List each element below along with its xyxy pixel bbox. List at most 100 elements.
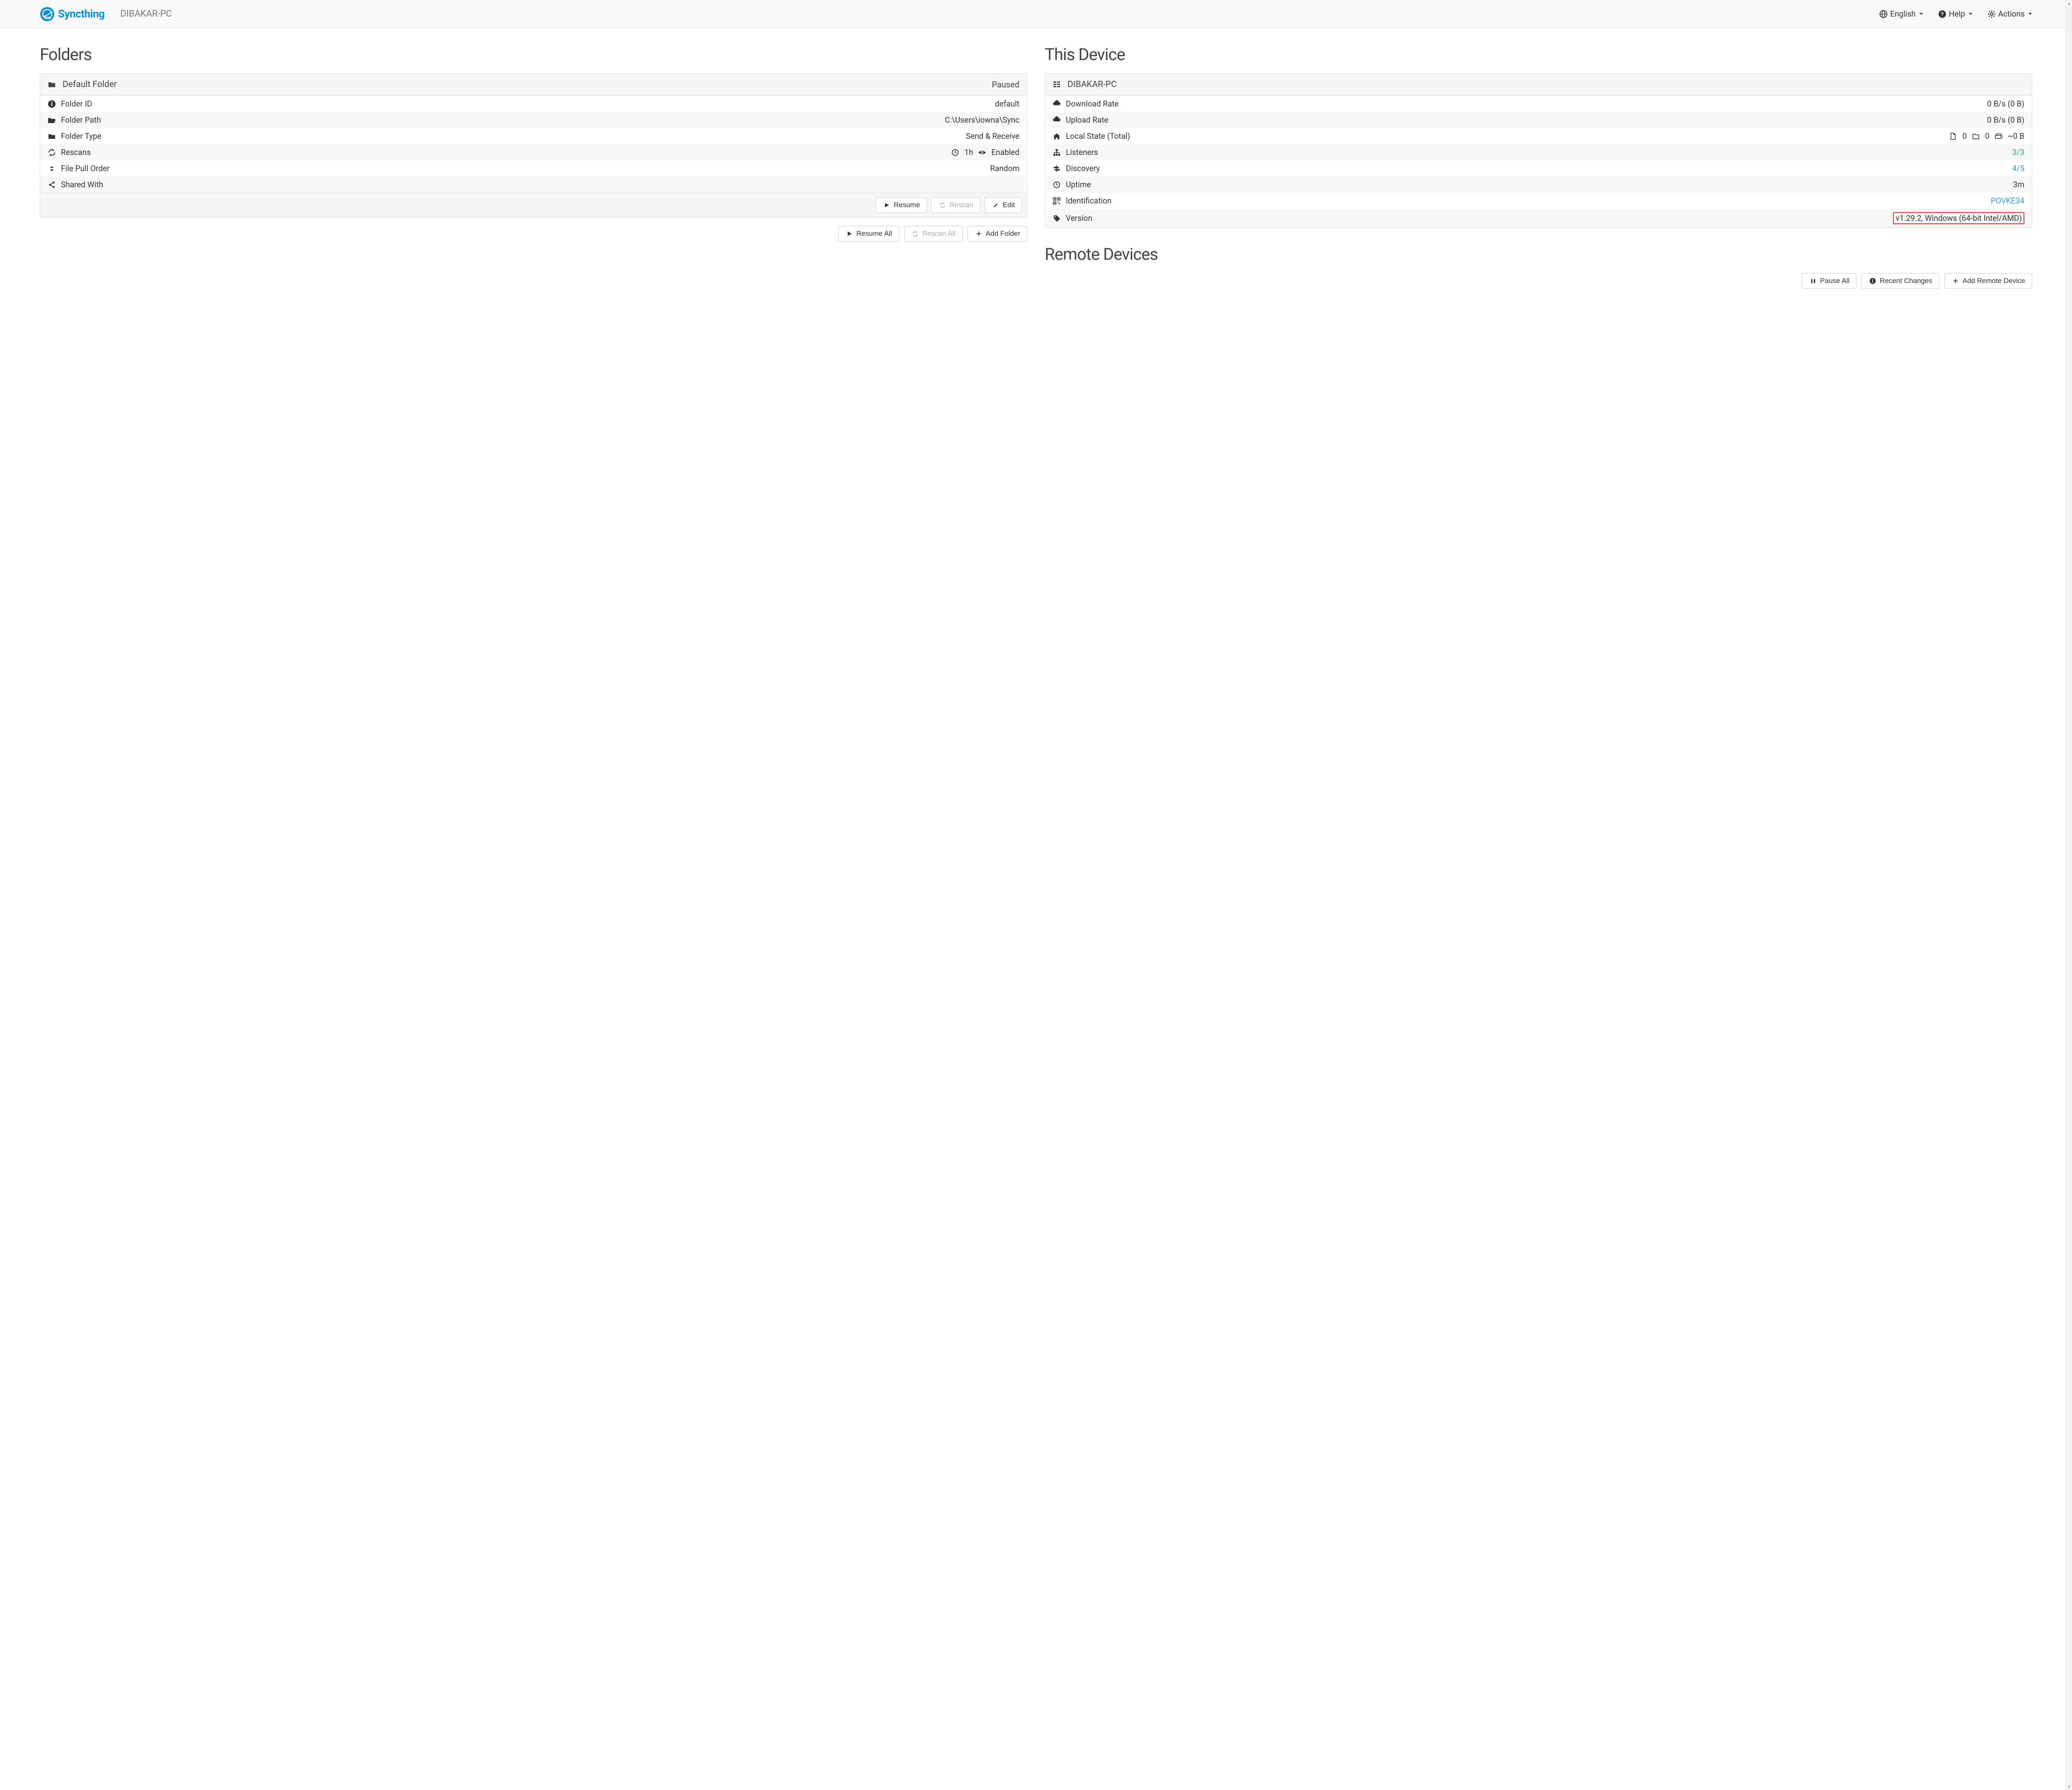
folders-button-row: Resume All Rescan All Add Folder [40,226,1027,242]
upload-label: Upload Rate [1066,115,1109,125]
download-value: 0 B/s (0 B) [1987,99,2024,109]
device-panel-header[interactable]: DIBAKAR-PC [1045,74,2032,96]
folder-icon [48,80,56,89]
nav-help[interactable]: ? Help [1938,9,1973,19]
device-name: DIBAKAR-PC [1067,80,1117,90]
row-download-rate: Download Rate 0 B/s (0 B) [1045,96,2032,112]
remote-buttons-row: Pause All Recent Changes Add Remote Devi… [1045,273,2032,289]
nav-help-label: Help [1949,9,1965,19]
row-rescans: Rescans 1h Enabled [40,144,1027,160]
uptime-label: Uptime [1066,180,1091,189]
caret-down-icon [1919,13,1923,15]
pull-order-label: File Pull Order [61,164,110,173]
refresh-icon [911,230,920,238]
topbar: Syncthing DIBAKAR-PC English ? Help Acti… [0,0,2072,28]
pause-all-button[interactable]: Pause All [1802,273,1857,289]
rescan-all-button[interactable]: Rescan All [904,226,963,242]
file-icon [1949,132,1957,140]
pause-icon [1809,277,1817,285]
folder-details: Folder ID default Folder Path C:\Users\i… [40,96,1027,193]
info-circle-icon [48,100,56,108]
dirs-count: 0 [1985,131,1990,141]
plus-icon [975,230,983,238]
scroll-down-arrow-icon[interactable]: ▾ [2066,1783,2072,1790]
files-count: 0 [1962,131,1967,141]
local-state-label: Local State (Total) [1066,131,1130,141]
ident-value[interactable]: POVKE34 [1991,196,2024,206]
download-label: Download Rate [1066,99,1119,109]
folder-panel-header[interactable]: Default Folder Paused [40,74,1027,96]
resume-all-label: Resume All [857,230,892,238]
resume-button[interactable]: Resume [876,197,927,213]
device-panel: DIBAKAR-PC Download Rate 0 B/s (0 B) Upl… [1045,73,2032,228]
nav-actions[interactable]: Actions [1987,9,2032,19]
rescan-all-label: Rescan All [922,230,956,238]
add-remote-label: Add Remote Device [1963,277,2025,285]
syncthing-logo-icon [40,7,55,22]
tag-icon [1053,214,1061,223]
info-circle-icon [1869,277,1877,285]
scroll-up-arrow-icon[interactable]: ▴ [2066,0,2072,7]
resume-all-button[interactable]: Resume All [838,226,899,242]
rescans-interval: 1h [964,148,973,157]
edit-button[interactable]: Edit [985,197,1022,213]
row-folder-path: Folder Path C:\Users\iowna\Sync [40,112,1027,128]
row-discovery: Discovery 4/5 [1045,160,2032,177]
folder-name: Default Folder [63,80,117,90]
rescans-label: Rescans [61,148,91,157]
folder-panel: Default Folder Paused Folder ID default … [40,73,1027,218]
device-title: DIBAKAR-PC [120,9,172,19]
add-remote-device-button[interactable]: Add Remote Device [1944,273,2032,289]
clock-icon [951,148,959,157]
rescan-button[interactable]: Rescan [931,197,980,213]
eye-icon [978,148,986,157]
row-local-state: Local State (Total) 0 0 ~0 B [1045,128,2032,144]
play-icon [883,201,891,209]
bytes-total: ~0 B [2008,131,2024,141]
cloud-upload-icon [1053,116,1061,124]
device-column: This Device DIBAKAR-PC Download Rate 0 B… [1045,28,2032,289]
caret-down-icon [1968,13,1973,15]
signpost-icon [1053,164,1061,173]
folder-status: Paused [992,80,1019,90]
listeners-value[interactable]: 3/3 [2012,148,2024,157]
folders-column: Folders Default Folder Paused Folder ID … [40,28,1027,289]
folders-heading: Folders [40,45,1027,64]
sitemap-icon [1053,148,1061,157]
pause-all-label: Pause All [1820,277,1849,285]
row-upload-rate: Upload Rate 0 B/s (0 B) [1045,112,2032,128]
plus-icon [1951,277,1960,285]
cloud-download-icon [1053,100,1061,108]
folder-icon [48,132,56,140]
refresh-icon [48,148,56,157]
add-folder-button[interactable]: Add Folder [968,226,1027,242]
row-shared-with: Shared With [40,177,1027,193]
this-device-heading: This Device [1045,45,2032,64]
folder-path-value: C:\Users\iowna\Sync [945,115,1019,125]
folder-path-label: Folder Path [61,115,101,125]
nav-right: English ? Help Actions [1879,9,2032,19]
main-content: Folders Default Folder Paused Folder ID … [0,28,2072,289]
row-pull-order: File Pull Order Random [40,160,1027,177]
question-circle-icon: ? [1938,10,1946,18]
rescans-watch: Enabled [991,148,1019,157]
globe-icon [1879,10,1888,18]
row-listeners: Listeners 3/3 [1045,144,2032,160]
nav-language[interactable]: English [1879,9,1923,19]
discovery-value[interactable]: 4/5 [2012,164,2024,173]
row-identification: Identification POVKE34 [1045,193,2032,209]
uptime-value: 3m [2013,180,2024,189]
brand[interactable]: Syncthing [40,7,104,22]
remote-devices-heading: Remote Devices [1045,244,2032,264]
pencil-icon [992,201,1000,209]
folder-panel-footer: Resume Rescan Edit [40,193,1027,217]
brand-name: Syncthing [58,8,104,20]
version-label: Version [1066,213,1092,223]
hdd-icon [1995,132,2003,140]
row-folder-id: Folder ID default [40,96,1027,112]
recent-changes-button[interactable]: Recent Changes [1861,273,1939,289]
scrollbar[interactable]: ▴ ▾ [2065,0,2072,1790]
folder-id-value: default [995,99,1019,109]
folder-outline-icon [1972,132,1980,140]
rescan-label: Rescan [949,201,973,209]
